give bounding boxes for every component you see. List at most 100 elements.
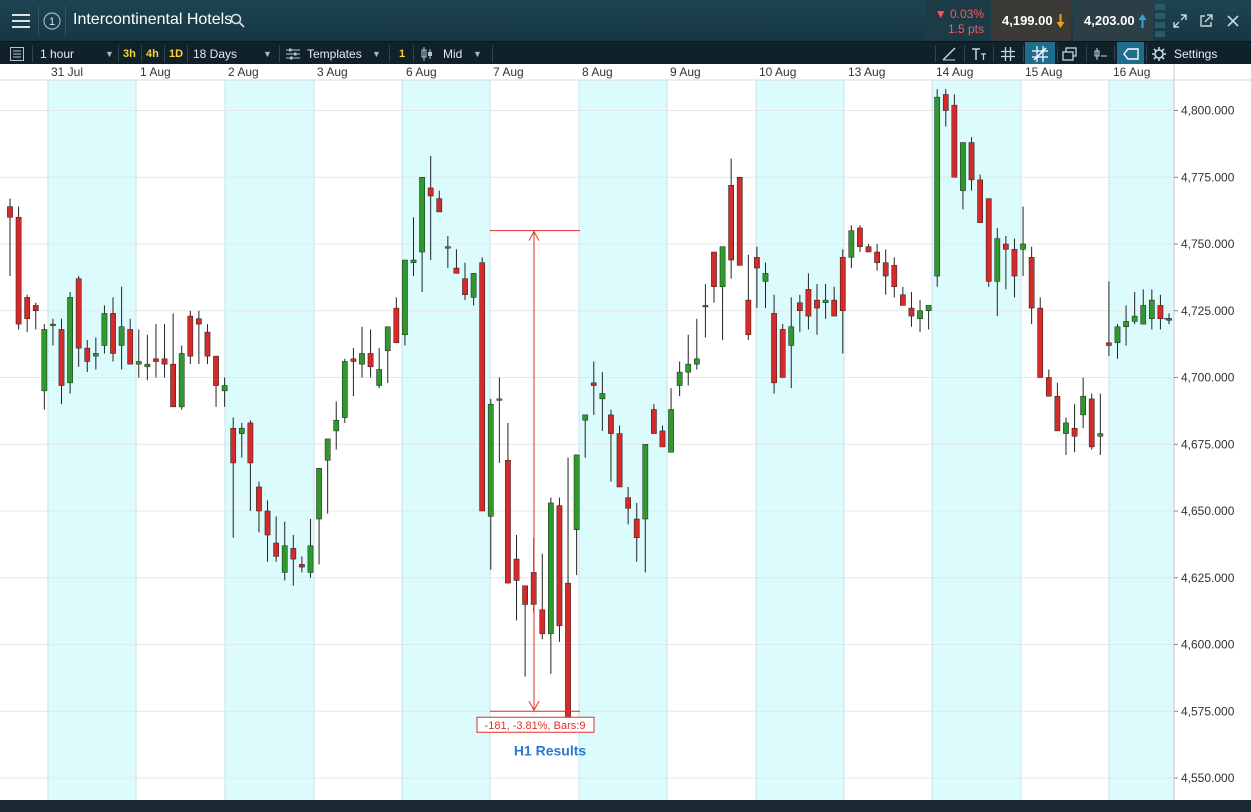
candle-body [1097, 433, 1104, 437]
candle[interactable] [779, 324, 786, 378]
interval-select[interactable]: 1 hour ▼ [40, 42, 116, 65]
buy-price-button[interactable]: 4,203.00 [1073, 0, 1153, 41]
candle-body [50, 323, 56, 326]
candle-body [67, 297, 73, 384]
candle[interactable] [178, 345, 185, 410]
candle-body [1157, 305, 1164, 320]
expand-icon[interactable] [1170, 0, 1190, 41]
day-band [932, 80, 1021, 800]
price-type-select[interactable]: Mid ▼ [421, 42, 487, 65]
candle-body [960, 142, 966, 191]
candle-body [367, 353, 374, 368]
price-chart[interactable]: 31 Jul 1 Aug 2 Aug 3 Aug 6 Aug 7 Aug 8 Aug 9 Au… [0, 64, 1251, 807]
quick-interval-4h[interactable]: 4h [146, 42, 159, 65]
candle-body [444, 246, 451, 249]
candle[interactable] [934, 89, 941, 287]
candlestick-chart[interactable]: 31 Jul 1 Aug 2 Aug 3 Aug 6 Aug 7 Aug 8 Aug 9 Au… [0, 64, 1251, 807]
candle[interactable] [736, 177, 743, 266]
candle-body [522, 585, 528, 605]
chart-list-icon[interactable] [10, 42, 28, 65]
candle-body [135, 361, 142, 365]
candle[interactable] [951, 94, 958, 178]
candle-body [256, 486, 262, 512]
draw-line-icon[interactable] [942, 42, 960, 65]
candle-body [341, 361, 348, 418]
instrument-title[interactable]: Intercontinental Hotels [73, 11, 232, 29]
candle[interactable] [616, 425, 623, 488]
candle-body [1088, 398, 1095, 448]
candle-body [470, 273, 477, 298]
candle[interactable] [556, 497, 563, 642]
candle-body [977, 179, 983, 223]
candle[interactable] [985, 198, 992, 287]
circled-one-icon[interactable]: 1 [41, 0, 63, 41]
candle[interactable] [1037, 297, 1044, 378]
candle-body [307, 545, 314, 573]
templates-menu[interactable]: Templates ▼ [286, 42, 382, 65]
candle-body [822, 299, 829, 303]
candle-body [264, 510, 271, 536]
candle[interactable] [977, 174, 983, 223]
candle-body [1071, 427, 1078, 437]
candle-body [213, 355, 219, 386]
candle-body [359, 353, 365, 365]
candle-body [599, 393, 606, 400]
quick-interval-3h[interactable]: 3h [123, 42, 136, 65]
candle-body [539, 609, 546, 635]
depth-bars-icon[interactable] [1154, 0, 1166, 41]
quick-interval-1d[interactable]: 1D [169, 42, 183, 65]
candle-body [728, 185, 735, 261]
candle-body [58, 329, 65, 386]
candle-body [1106, 342, 1112, 346]
candle[interactable] [479, 257, 486, 512]
candle[interactable] [67, 292, 73, 394]
close-icon[interactable] [1222, 0, 1244, 41]
candle-body [393, 307, 400, 344]
one-click-toggle[interactable]: 1 [399, 42, 405, 65]
candle-body [1114, 326, 1121, 344]
candle-body [908, 307, 915, 317]
candle[interactable] [1088, 393, 1095, 450]
candle-body [513, 558, 520, 581]
candle-body [608, 414, 614, 434]
candle-body [1063, 422, 1069, 434]
candle[interactable] [402, 259, 408, 346]
y-axis-label: 4,600.000 [1181, 638, 1235, 652]
candle[interactable] [187, 310, 194, 365]
x-axis-label: 14 Aug [936, 65, 973, 79]
settings-button[interactable]: Settings [1152, 42, 1244, 65]
candle-body [75, 278, 82, 349]
indicator-icon[interactable] [1093, 42, 1111, 65]
text-tool-icon[interactable] [971, 42, 989, 65]
chevron-down-icon: ▼ [473, 48, 482, 59]
candle-body [745, 299, 752, 336]
candle-body [1080, 395, 1086, 416]
y-axis-label: 4,675.000 [1181, 437, 1235, 451]
range-select[interactable]: 18 Days ▼ [193, 42, 273, 65]
crosshair-grid-icon[interactable] [1025, 42, 1055, 65]
candle[interactable] [341, 358, 348, 423]
candle-body [651, 409, 657, 434]
grid-icon[interactable] [1001, 42, 1019, 65]
candle-body [693, 358, 700, 365]
candle-body [496, 398, 503, 401]
event-label[interactable]: H1 Results [514, 742, 587, 758]
candle-body [15, 217, 22, 325]
copy-windows-icon[interactable] [1062, 42, 1080, 65]
alert-tag-icon[interactable] [1117, 42, 1144, 65]
candle[interactable] [15, 206, 22, 330]
candle-body [590, 382, 597, 386]
candle-body [814, 299, 820, 309]
candle-body [659, 430, 666, 448]
search-icon[interactable] [228, 0, 246, 41]
sell-price-button[interactable]: 4,199.00 [991, 0, 1071, 41]
candle-body [951, 104, 958, 178]
candle-body [633, 518, 640, 538]
candle-body [238, 427, 245, 434]
day-band [48, 80, 136, 800]
candle-body [925, 305, 932, 312]
popout-icon[interactable] [1196, 0, 1216, 41]
day-band [1109, 80, 1174, 800]
interval-value: 1 hour [40, 46, 75, 61]
hamburger-menu-icon[interactable] [6, 0, 36, 41]
